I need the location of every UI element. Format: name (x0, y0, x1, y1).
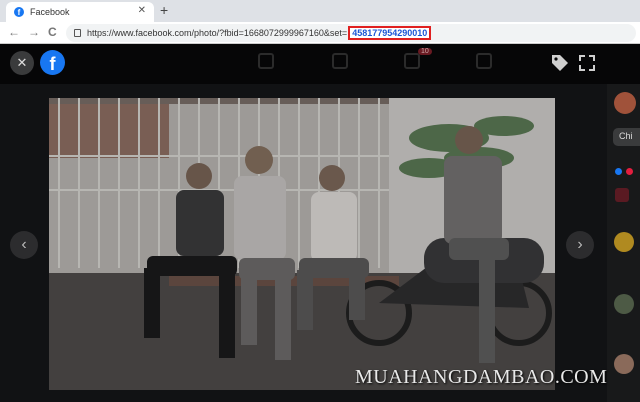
photo-viewer: ✕ f 10 ‹ › Chi MUAHANGDAMBAO.COM (0, 44, 640, 402)
comment-avatar (614, 232, 634, 252)
comment-avatar (614, 354, 634, 374)
facebook-favicon-icon: f (14, 7, 24, 17)
tab-close-icon[interactable]: ✕ (138, 5, 146, 16)
reaction-icons (615, 162, 637, 175)
close-icon: ✕ (16, 55, 28, 70)
close-viewer-button[interactable]: ✕ (10, 51, 34, 75)
like-icon (615, 168, 622, 175)
next-photo-button[interactable]: › (566, 231, 594, 259)
tab-title: Facebook (30, 7, 70, 17)
viewer-top-bar: ✕ f 10 (0, 44, 640, 84)
chevron-left-icon: ‹ (21, 236, 27, 253)
tab-bar: f Facebook ✕ + (0, 0, 640, 22)
sidebar-text: Chi (619, 131, 633, 141)
photo (49, 98, 555, 390)
previous-photo-button[interactable]: ‹ (10, 231, 38, 259)
sidebar-avatar[interactable] (614, 92, 636, 114)
watermark: MUAHANGDAMBAO.COM (355, 366, 608, 388)
photo-image (49, 98, 555, 390)
comment-avatar (614, 294, 634, 314)
facebook-logo[interactable]: f (40, 50, 65, 75)
notification-badge: 10 (418, 48, 432, 55)
home-icon[interactable] (258, 53, 274, 69)
facebook-logo-letter: f (49, 54, 56, 74)
back-icon[interactable]: ← (8, 25, 20, 39)
url-text: https://www.facebook.com/photo/?fbid=166… (87, 28, 348, 38)
marketplace-icon[interactable] (476, 53, 492, 69)
sidebar-button[interactable]: Chi (613, 128, 640, 146)
heart-icon (626, 168, 634, 175)
browser-tab[interactable]: f Facebook ✕ (6, 2, 154, 22)
reload-icon[interactable]: C (48, 25, 57, 39)
fullscreen-icon[interactable] (578, 54, 596, 72)
url-set-id-highlight: 458177954290010 (348, 26, 432, 40)
right-sidebar: Chi (607, 84, 640, 402)
tag-icon[interactable] (550, 53, 570, 73)
address-bar: ← → C https://www.facebook.com/photo/?fb… (0, 22, 640, 44)
new-tab-button[interactable]: + (160, 2, 168, 18)
forward-icon[interactable]: → (28, 25, 40, 39)
watch-icon[interactable] (404, 53, 420, 69)
url-input[interactable]: https://www.facebook.com/photo/?fbid=166… (66, 24, 636, 42)
lock-icon (74, 29, 81, 37)
chevron-right-icon: › (577, 236, 583, 253)
heart-button[interactable] (615, 188, 629, 202)
pages-icon[interactable] (332, 53, 348, 69)
